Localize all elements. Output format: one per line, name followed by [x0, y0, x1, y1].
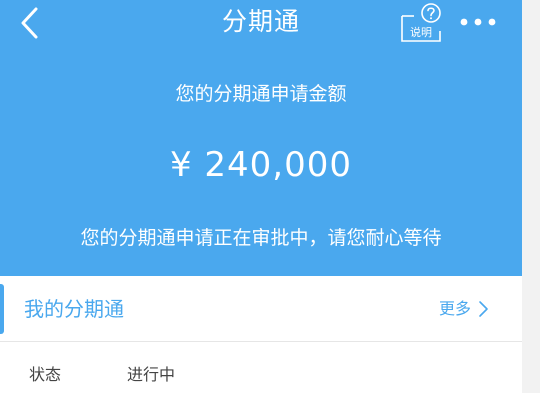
more-menu-button[interactable] [459, 10, 497, 34]
help-button[interactable]: 说明 [399, 2, 443, 44]
page: 分期通 说明 您的分期通申请金额 ¥ 240,000 您的分期通申请正在审批中，… [0, 0, 522, 393]
more-link-label: 更多 [439, 299, 472, 318]
status-label: 状态 [29, 365, 62, 384]
approval-status-message: 您的分期通申请正在审批中，请您耐心等待 [80, 227, 442, 249]
scrollbar-track[interactable] [522, 0, 540, 393]
status-row: 状态 进行中 [0, 342, 522, 393]
help-label: 说明 [410, 26, 432, 39]
status-value: 进行中 [127, 365, 176, 384]
more-horizontal-icon [460, 18, 496, 26]
summary-hero: 分期通 说明 您的分期通申请金额 ¥ 240,000 您的分期通申请正在审批中，… [0, 0, 522, 276]
my-installment-section-header: 我的分期通 更多 [0, 276, 522, 342]
section-title: 我的分期通 [24, 297, 124, 321]
section-accent-bar [0, 284, 4, 334]
chevron-right-icon [479, 301, 488, 317]
more-link[interactable]: 更多 [439, 297, 488, 323]
page-title: 分期通 [221, 7, 300, 36]
amount-caption: 您的分期通申请金额 [175, 83, 347, 105]
application-amount: ¥ 240,000 [169, 145, 353, 185]
